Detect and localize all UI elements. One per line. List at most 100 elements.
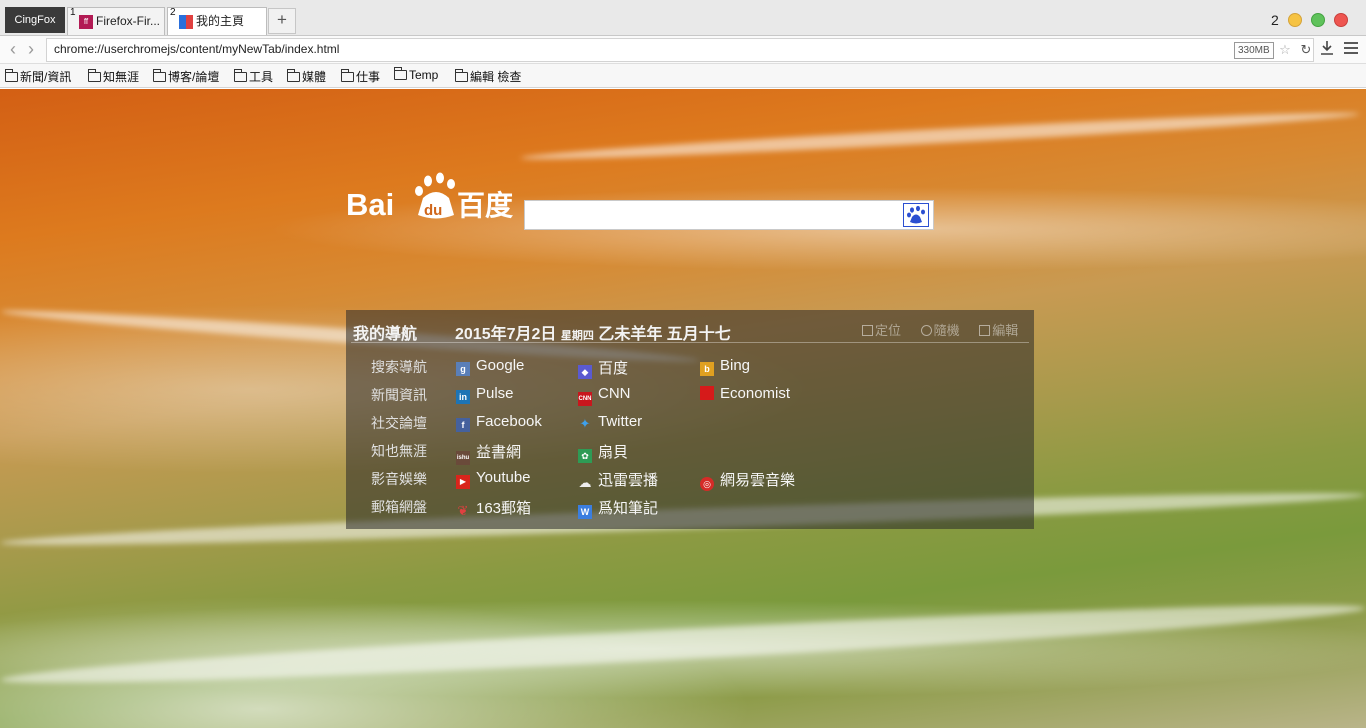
tab-number: 2 (170, 7, 176, 18)
bookmark-folder[interactable]: 知無涯 (88, 68, 139, 85)
date-text: 2015年7月2日 (455, 326, 557, 343)
cnn-icon: CNN (578, 392, 592, 406)
bookmark-folder[interactable]: 新聞/資訊 (5, 68, 71, 85)
mail163-icon: ❦ (457, 503, 469, 518)
new-tab-button[interactable]: + (268, 8, 296, 34)
baidu-logo-cn: 百度 (457, 189, 513, 222)
link-netease-music[interactable]: ◎ 網易雲音樂 (700, 469, 795, 491)
folder-icon (153, 69, 166, 82)
tab-strip: CingFox 1 ff Firefox-Fir... 2 我的主頁 + 2 (0, 0, 1366, 36)
folder-icon (341, 69, 354, 82)
download-icon[interactable] (1318, 40, 1336, 60)
link-mail163[interactable]: ❦ 163郵箱 (456, 497, 531, 518)
locate-icon (862, 325, 873, 336)
link-shanbay[interactable]: ✿ 扇貝 (578, 441, 628, 463)
xunlei-cloud-icon: ☁ (578, 475, 592, 490)
background-wave (520, 107, 1360, 165)
wiz-note-icon: W (578, 505, 592, 519)
folder-icon (394, 67, 407, 80)
baidu-logo: Bai du 百度 (346, 172, 513, 222)
facebook-icon: f (456, 418, 470, 432)
baidu-icon: ◆ (578, 365, 592, 379)
search-box (524, 200, 934, 230)
random-button[interactable]: 隨機 (920, 323, 968, 338)
paw-icon (907, 205, 925, 224)
category-label: 郵箱網盤 (371, 499, 427, 515)
shanbay-icon: ✿ (578, 449, 592, 463)
edit-button[interactable]: 編輯 (979, 323, 1026, 338)
link-facebook[interactable]: f Facebook (456, 413, 542, 432)
new-tab-page: Bai du 百度 我的導航 2015年7月2日 星期四 乙未羊年 五月十七 定… (0, 89, 1366, 728)
link-cnn[interactable]: CNN CNN (578, 385, 631, 406)
firefox-favicon-icon: ff (79, 15, 93, 29)
minimize-button[interactable] (1288, 13, 1302, 27)
folder-icon (287, 69, 300, 82)
category-label: 新聞資訊 (371, 387, 427, 403)
navigation-bar: ‹ › chrome://userchromejs/content/myNewT… (0, 36, 1366, 64)
reload-icon[interactable]: ↻ (1297, 41, 1315, 59)
weekday-text: 星期四 (560, 330, 594, 342)
netease-music-icon: ◎ (700, 477, 714, 491)
lunar-date-text: 乙未羊年 五月十七 (598, 326, 731, 343)
bookmarks-bar: 新聞/資訊 知無涯 博客/論壇 工具 媒體 仕事 Temp 編輯 檢查 (0, 64, 1366, 88)
link-yishu[interactable]: ishu 益書網 (456, 441, 521, 465)
bookmark-folder[interactable]: 媒體 (287, 68, 326, 85)
bing-icon: b (700, 362, 714, 376)
panel-title: 我的導航 (353, 326, 418, 343)
baidu-logo-text: Bai (346, 187, 394, 222)
date-display: 2015年7月2日 星期四 乙未羊年 五月十七 (455, 320, 731, 344)
google-icon: g (456, 362, 470, 376)
close-window-button[interactable] (1334, 13, 1348, 27)
baidu-paw-search-button[interactable] (903, 203, 929, 227)
link-pulse[interactable]: in Pulse (456, 385, 514, 404)
folder-icon (234, 69, 247, 82)
forward-icon[interactable]: › (28, 40, 44, 60)
link-economist[interactable]: Economist (700, 385, 790, 402)
navigation-panel: 我的導航 2015年7月2日 星期四 乙未羊年 五月十七 定位 隨機 編輯 搜索… (346, 310, 1034, 529)
bookmark-folder[interactable]: 仕事 (341, 68, 380, 85)
maximize-button[interactable] (1311, 13, 1325, 27)
category-label: 影音娛樂 (371, 471, 427, 487)
bookmark-folder[interactable]: Temp (394, 67, 438, 82)
url-text[interactable]: chrome://userchromejs/content/myNewTab/i… (54, 42, 339, 56)
link-bing[interactable]: b Bing (700, 357, 750, 376)
bookmark-star-icon[interactable]: ☆ (1276, 41, 1294, 59)
window-count: 2 (1271, 12, 1279, 28)
category-label: 知也無涯 (371, 443, 427, 459)
link-baidu[interactable]: ◆ 百度 (578, 357, 628, 379)
economist-icon (700, 386, 714, 400)
panel-tools: 定位 隨機 編輯 (862, 320, 1034, 339)
tab-my-homepage[interactable]: 2 我的主頁 (167, 7, 267, 35)
folder-icon (88, 69, 101, 82)
link-xunlei-cloud[interactable]: ☁ 迅雷雲播 (578, 469, 659, 490)
category-label: 搜索導航 (371, 359, 427, 375)
link-twitter[interactable]: ✦ Twitter (578, 413, 643, 431)
brand-button[interactable]: CingFox (5, 7, 65, 33)
bookmark-folder[interactable]: 工具 (234, 68, 273, 85)
tab-number: 1 (70, 7, 76, 18)
tab-title: 我的主頁 (196, 14, 245, 28)
yishu-icon: ishu (456, 451, 470, 465)
locate-button[interactable]: 定位 (862, 323, 909, 338)
random-icon (920, 325, 932, 336)
menu-icon[interactable] (1342, 40, 1360, 60)
url-bar[interactable]: chrome://userchromejs/content/myNewTab/i… (46, 38, 1314, 62)
search-input[interactable] (527, 203, 897, 227)
tab-firefox[interactable]: 1 ff Firefox-Fir... (67, 7, 165, 35)
category-label: 社交論壇 (371, 415, 427, 431)
linkedin-pulse-icon: in (456, 390, 470, 404)
back-icon[interactable]: ‹ (10, 40, 26, 60)
bookmark-folder[interactable]: 博客/論壇 (153, 68, 219, 85)
link-wiz-note[interactable]: W 爲知筆記 (578, 497, 658, 519)
folder-icon (455, 69, 468, 82)
tab-title: Firefox-Fir... (96, 14, 161, 28)
link-youtube[interactable]: ▶ Youtube (456, 469, 531, 489)
memory-badge[interactable]: 330MB (1234, 42, 1274, 59)
baidu-logo-du: du (424, 202, 442, 219)
bookmark-folder[interactable]: 編輯 檢查 (455, 68, 521, 85)
divider (351, 342, 1029, 343)
gear-icon (979, 325, 991, 336)
folder-icon (5, 69, 18, 82)
link-google[interactable]: g Google (456, 357, 524, 376)
twitter-icon: ✦ (579, 416, 591, 431)
